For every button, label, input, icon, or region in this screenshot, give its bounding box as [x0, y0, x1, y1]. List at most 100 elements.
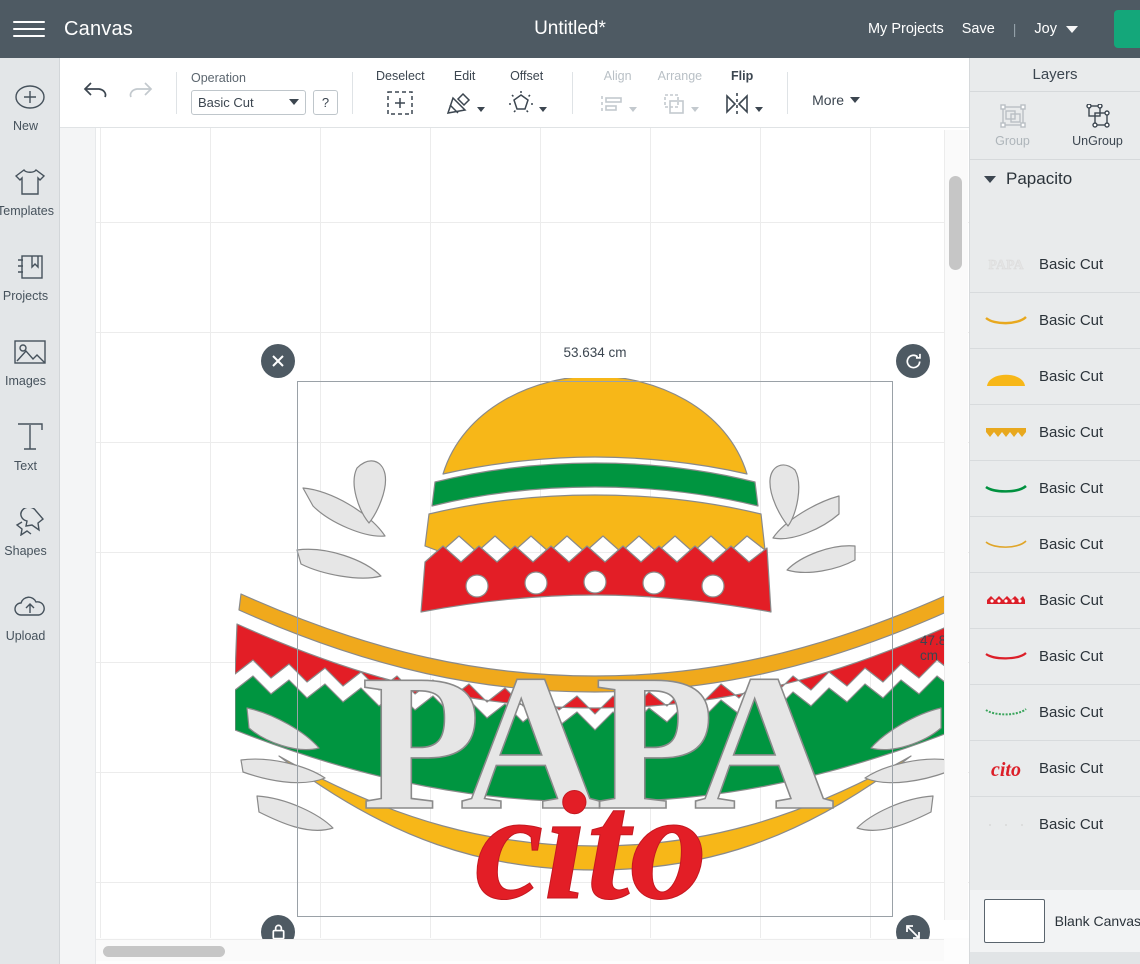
more-button[interactable]: More [812, 92, 861, 108]
sidebar-item-projects[interactable]: Projects [0, 250, 60, 303]
chevron-down-icon [477, 106, 486, 112]
canvas-color-swatch[interactable] [984, 899, 1045, 943]
group-label: Group [995, 133, 1030, 148]
sidebar-label-text: Text [14, 459, 37, 473]
layer-row[interactable]: Basic Cut [970, 684, 1140, 740]
redo-icon[interactable] [124, 78, 154, 107]
layer-row[interactable]: Basic Cut [970, 572, 1140, 628]
top-header: Canvas Untitled* My Projects Save | Joy [0, 0, 1140, 58]
undo-icon[interactable] [82, 78, 112, 107]
layer-name: Basic Cut [1039, 255, 1104, 273]
sidebar-item-shapes[interactable]: Shapes [0, 505, 60, 558]
yellow-curve-thumb [982, 304, 1030, 338]
layer-name: Basic Cut [1039, 648, 1104, 665]
ungroup-button[interactable]: UnGroup [1055, 92, 1140, 159]
plus-circle-icon [13, 80, 47, 114]
layer-row[interactable]: Basic Cut [970, 628, 1140, 684]
layer-operations-bar: Slice Weld Attach [970, 952, 1140, 964]
group-button[interactable]: Group [970, 92, 1055, 159]
green-curve-thumb [982, 472, 1030, 506]
layer-name: Basic Cut [1039, 760, 1104, 777]
sidebar-item-new[interactable]: New [0, 80, 60, 133]
layer-row[interactable]: cito Basic Cut [970, 740, 1140, 796]
sidebar-item-text[interactable]: Text [0, 420, 60, 473]
offset-button[interactable]: Offset [505, 69, 549, 117]
chevron-down-icon [289, 99, 299, 105]
layer-row[interactable]: Basic Cut [970, 404, 1140, 460]
layer-group-name: Papacito [1006, 169, 1073, 188]
blank-canvas-row[interactable]: Blank Canvas [970, 890, 1140, 952]
selection-width-label: 53.634 cm [563, 345, 627, 360]
layers-panel-title: Layers [970, 58, 1140, 92]
ungroup-icon [1085, 103, 1110, 128]
deselect-button[interactable]: Deselect [376, 69, 425, 117]
svg-text:cito: cito [991, 759, 1021, 780]
faint-dots-thumb [982, 808, 1030, 842]
canvas-area[interactable]: PAPA cito 53.634 cm 47.827 cm [60, 128, 969, 964]
make-it-button[interactable] [1114, 10, 1140, 48]
selection-bounding-box [297, 381, 893, 917]
undo-redo-group [74, 78, 162, 107]
rotate-icon[interactable] [896, 344, 930, 378]
canvas-left-gutter [60, 128, 96, 964]
arrange-label: Arrange [657, 68, 703, 83]
deselect-icon [385, 87, 415, 117]
vertical-scrollbar-thumb[interactable] [949, 176, 962, 270]
design-area[interactable]: PAPA cito 53.634 cm 47.827 cm [100, 128, 969, 949]
layer-row[interactable]: Basic Cut [970, 796, 1140, 852]
flip-icon [722, 87, 763, 117]
operation-help-button[interactable]: ? [313, 89, 338, 115]
upload-cloud-icon [13, 590, 47, 624]
user-name: Joy [1034, 21, 1057, 37]
operation-value: Basic Cut [198, 94, 254, 110]
svg-text:PAPA: PAPA [988, 258, 1024, 272]
layer-list[interactable]: PAPA Basic Cut Basic Cut Basic Cut Basic… [970, 236, 1140, 896]
layer-name: Basic Cut [1039, 312, 1104, 329]
yellow-dome-thumb [982, 360, 1030, 394]
tshirt-icon [13, 165, 47, 199]
edit-button[interactable]: Edit [443, 69, 487, 117]
layer-group-header[interactable]: Papacito [970, 160, 1140, 198]
user-menu[interactable]: Joy [1034, 21, 1078, 37]
layer-row[interactable]: Basic Cut [970, 460, 1140, 516]
sidebar-item-templates[interactable]: Templates [0, 165, 60, 218]
toolbar-divider-2 [352, 71, 353, 114]
chevron-down-icon[interactable] [984, 175, 996, 183]
layer-row[interactable]: Basic Cut [970, 516, 1140, 572]
shapes-star-icon [13, 505, 47, 539]
close-x-icon[interactable] [261, 344, 295, 378]
chevron-down-icon [754, 106, 763, 112]
layer-name: Basic Cut [1039, 368, 1104, 385]
sidebar-label-images: Images [5, 374, 46, 388]
red-curve-thumb [982, 640, 1030, 674]
layer-row[interactable]: Basic Cut [970, 292, 1140, 348]
yellow-zigzag-thumb [982, 416, 1030, 450]
align-button[interactable]: Align [596, 69, 640, 117]
operation-select[interactable]: Basic Cut [191, 89, 306, 115]
flip-label: Flip [731, 68, 754, 83]
flip-button[interactable]: Flip [720, 69, 764, 117]
layers-panel: Layers Group UnGroup Papacito PAPA Basic… [969, 58, 1140, 964]
arrange-button[interactable]: Arrange [658, 69, 702, 117]
cito-script-thumb: cito [982, 752, 1030, 786]
layer-name: Basic Cut [1039, 592, 1104, 609]
save-button[interactable]: Save [962, 21, 995, 37]
align-label: Align [603, 68, 632, 83]
layer-name: Basic Cut [1039, 816, 1104, 833]
yellow-thin-curve-thumb [982, 528, 1030, 562]
sidebar-label-upload: Upload [5, 629, 46, 643]
hamburger-menu-icon[interactable] [0, 21, 58, 37]
layer-row[interactable]: Basic Cut [970, 348, 1140, 404]
my-projects-link[interactable]: My Projects [868, 21, 944, 37]
operation-label: Operation [191, 70, 246, 85]
layer-row[interactable]: PAPA Basic Cut [970, 236, 1140, 292]
toolbar-divider-3 [571, 71, 573, 114]
toolbar-divider [176, 71, 177, 114]
sidebar-item-images[interactable]: Images [0, 335, 60, 388]
chevron-down-icon [691, 106, 700, 112]
sidebar-item-upload[interactable]: Upload [0, 590, 60, 643]
horizontal-scrollbar-thumb[interactable] [103, 946, 225, 957]
ungroup-label: UnGroup [1072, 133, 1123, 148]
text-t-icon [13, 420, 47, 454]
papa-text-thumb: PAPA [982, 247, 1030, 281]
